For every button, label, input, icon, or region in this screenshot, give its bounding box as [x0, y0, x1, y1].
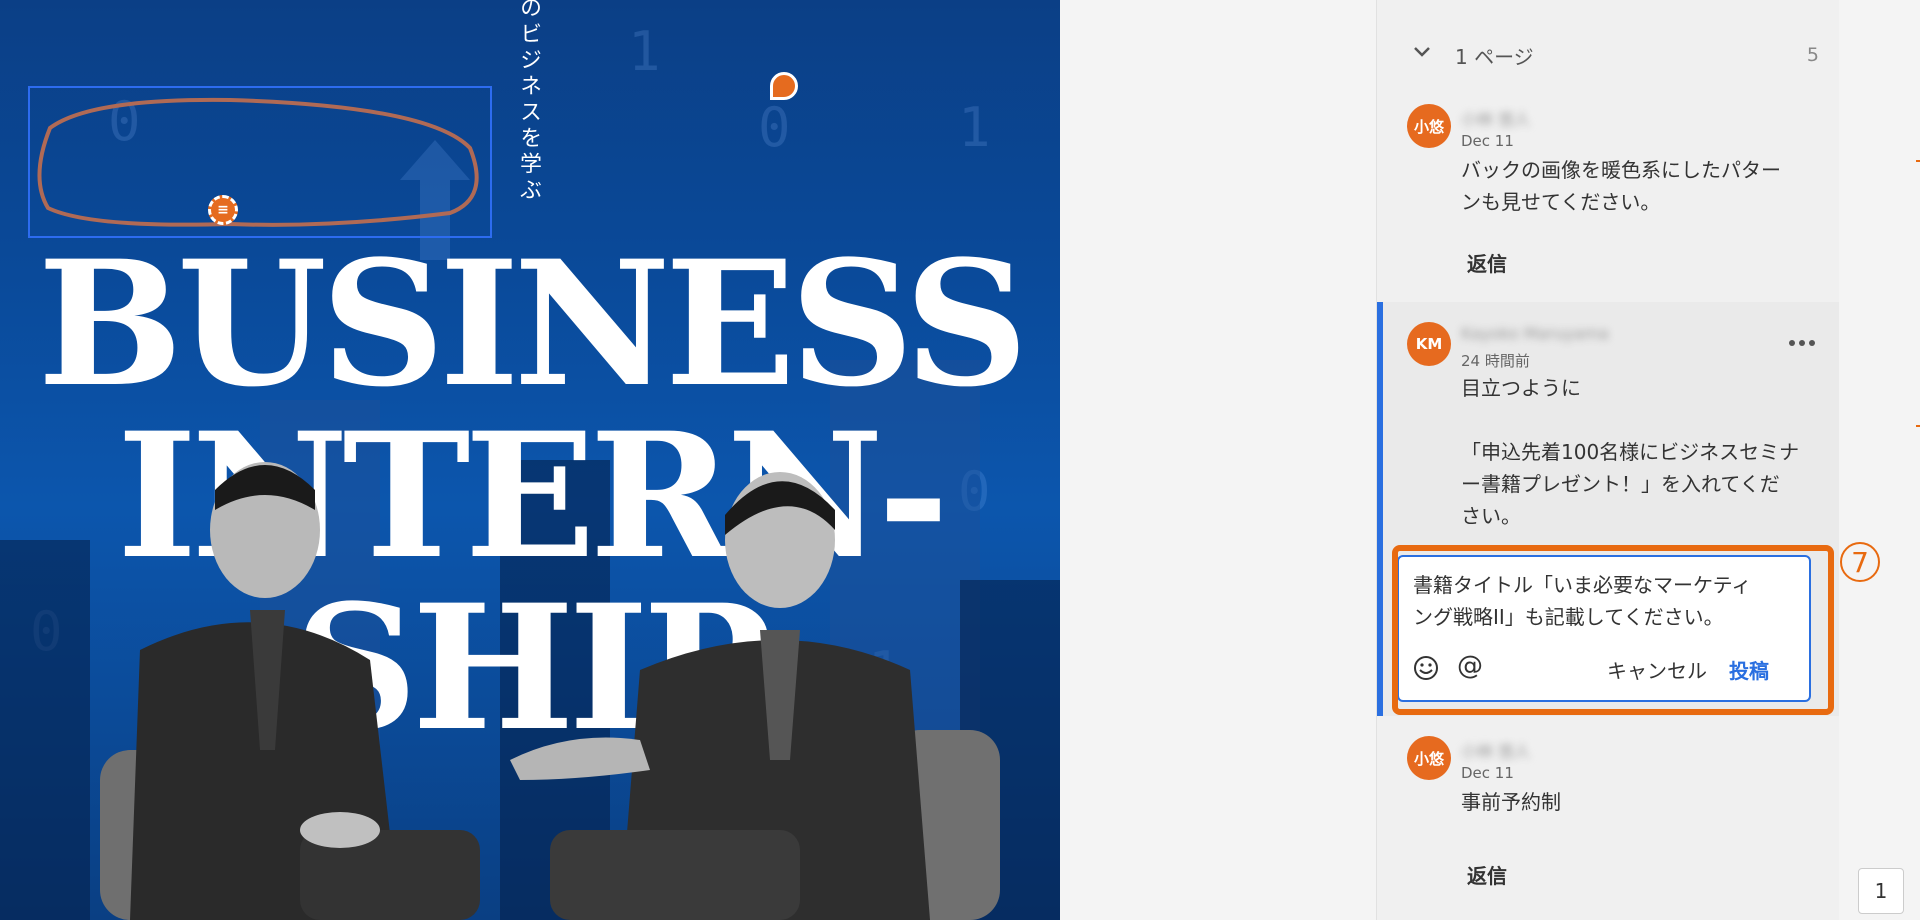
comment-author: 小林 悠人	[1461, 110, 1531, 129]
comment-date: Dec 11	[1461, 764, 1514, 782]
comment-pin-icon[interactable]	[770, 72, 798, 100]
highlight-frame	[1392, 545, 1834, 715]
comment-body: 目立つように 「申込先着100名様にビジネスセミナ ー書籍プレゼント！」を入れて…	[1461, 376, 1800, 528]
bg-digit: 1	[958, 96, 991, 159]
vertical-subtitle: のビジネスを学ぶ	[516, 0, 541, 204]
page-marker	[1916, 160, 1920, 162]
freehand-ellipse-annotation[interactable]	[30, 88, 490, 236]
comment-date: 24 時間前	[1461, 352, 1530, 370]
comment-date: Dec 11	[1461, 132, 1514, 150]
comment-author: Kayoko Maruyama	[1461, 324, 1609, 343]
bg-digit: 0	[758, 96, 791, 159]
page-marker	[1916, 425, 1920, 427]
businessman-right-image	[510, 472, 1000, 920]
avatar: 小悠	[1407, 104, 1451, 148]
step-number-badge: 7	[1840, 542, 1880, 582]
page-comments-header[interactable]: 1 ページ 5	[1377, 30, 1839, 80]
chevron-down-icon[interactable]	[1413, 46, 1431, 58]
comment-body: バックの画像を暖色系にしたパター ンも見せてください。	[1461, 158, 1781, 214]
avatar: 小悠	[1407, 736, 1451, 780]
comment-count: 5	[1806, 44, 1819, 66]
document-canvas[interactable]: 0 1 1 0 0 1 0 のビジネスを学ぶ BUSINESS INTERN- …	[0, 0, 1060, 920]
reply-button[interactable]: 返信	[1467, 860, 1507, 889]
comments-panel: 1 ページ 5 小悠 小林 悠人 Dec 11 バックの画像を暖色系にしたパター…	[1376, 0, 1839, 920]
businessman-left-image	[100, 462, 480, 920]
comment-author: 小林 悠人	[1461, 742, 1531, 761]
page-number-button[interactable]: 1	[1858, 868, 1904, 914]
comment-body: 事前予約制	[1461, 790, 1561, 814]
headline-line-1: BUSINESS	[37, 222, 1028, 425]
more-options-icon[interactable]	[1789, 340, 1815, 346]
bg-digit: 1	[628, 20, 661, 83]
reply-button[interactable]: 返信	[1467, 248, 1507, 277]
comment-pin-icon[interactable]: ≡	[208, 195, 238, 225]
avatar: KM	[1407, 322, 1451, 366]
page-label: 1 ページ	[1455, 44, 1534, 69]
